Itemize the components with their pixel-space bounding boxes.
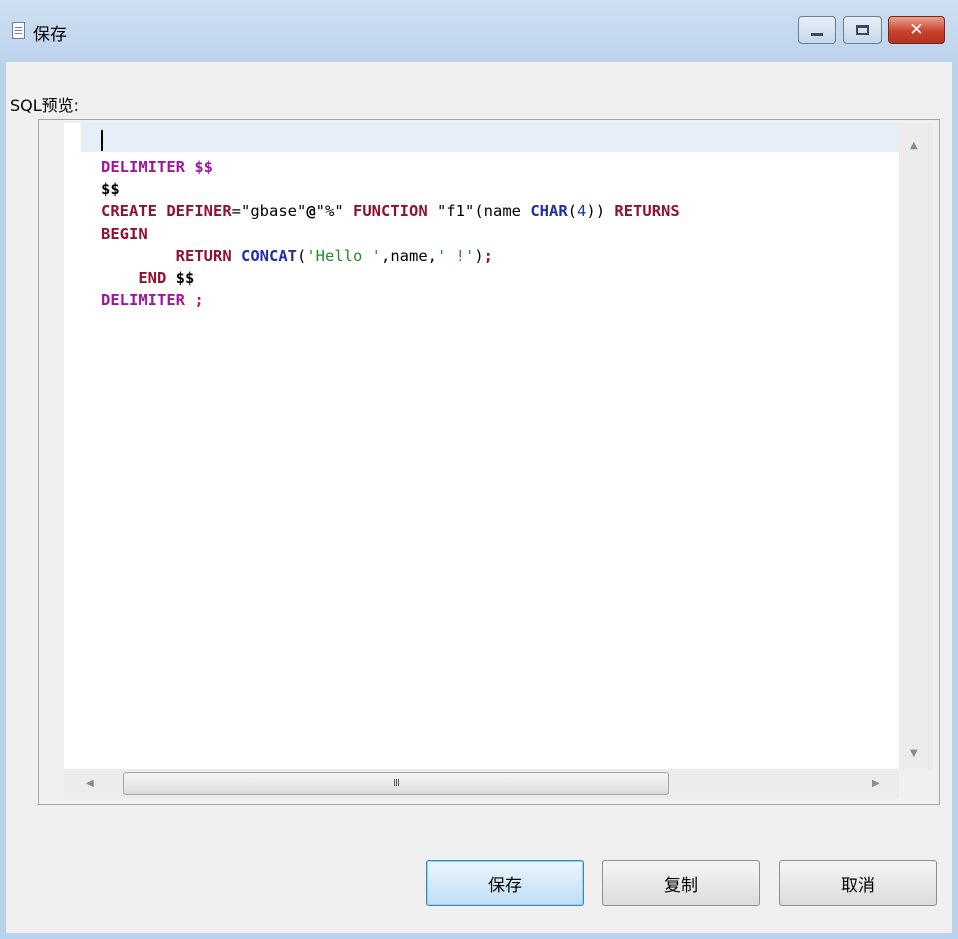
code-area[interactable]: DELIMITER $$ $$ CREATE DEFINER="gbase"@"… (81, 123, 899, 769)
code-line: BEGIN (101, 224, 148, 243)
vertical-scrollbar[interactable]: ▲ ▼ (899, 123, 933, 769)
horizontal-scrollbar[interactable]: ◀ III ▶ (64, 769, 899, 799)
copy-button[interactable]: 复制 (602, 860, 760, 906)
grip-icon: III (393, 778, 400, 789)
scroll-left-arrow-icon[interactable]: ◀ (86, 779, 94, 789)
maximize-button[interactable] (843, 16, 882, 44)
text-caret (101, 130, 103, 151)
sql-preview-label: SQL预览: (10, 96, 80, 115)
close-icon: ✕ (909, 19, 924, 40)
save-dialog: 保存 ✕ SQL预览: DELIMITER $$ $$ CREATE DEFIN… (0, 0, 958, 939)
code-line: DELIMITER ; (101, 291, 204, 310)
scroll-up-arrow-icon[interactable]: ▲ (910, 141, 918, 151)
scroll-down-arrow-icon[interactable]: ▼ (910, 749, 918, 759)
title-bar[interactable]: 保存 ✕ (0, 0, 958, 62)
code-line: $$ (101, 180, 120, 199)
minimize-button[interactable] (798, 16, 836, 44)
scroll-right-arrow-icon[interactable]: ▶ (872, 779, 880, 789)
code-line: DELIMITER $$ (101, 158, 213, 176)
minimize-icon (811, 32, 823, 36)
cancel-button[interactable]: 取消 (779, 860, 937, 906)
code-line: CREATE DEFINER="gbase"@"%" FUNCTION "f1"… (101, 202, 680, 221)
horizontal-scroll-thumb[interactable]: III (123, 772, 669, 795)
save-button[interactable]: 保存 (426, 860, 584, 906)
window-title: 保存 (33, 25, 67, 45)
code-line: END $$ (138, 269, 195, 288)
dialog-body: SQL预览: DELIMITER $$ $$ CREATE DEFINER="g… (6, 62, 952, 933)
sql-code[interactable]: DELIMITER $$ $$ CREATE DEFINER="gbase"@"… (101, 156, 680, 311)
maximize-icon (856, 25, 869, 35)
sql-editor[interactable]: DELIMITER $$ $$ CREATE DEFINER="gbase"@"… (64, 123, 899, 769)
close-button[interactable]: ✕ (888, 16, 945, 44)
code-line: RETURN CONCAT('Hello ',name,' !'); (175, 246, 494, 265)
document-icon (12, 22, 25, 39)
current-line-highlight (81, 123, 899, 152)
